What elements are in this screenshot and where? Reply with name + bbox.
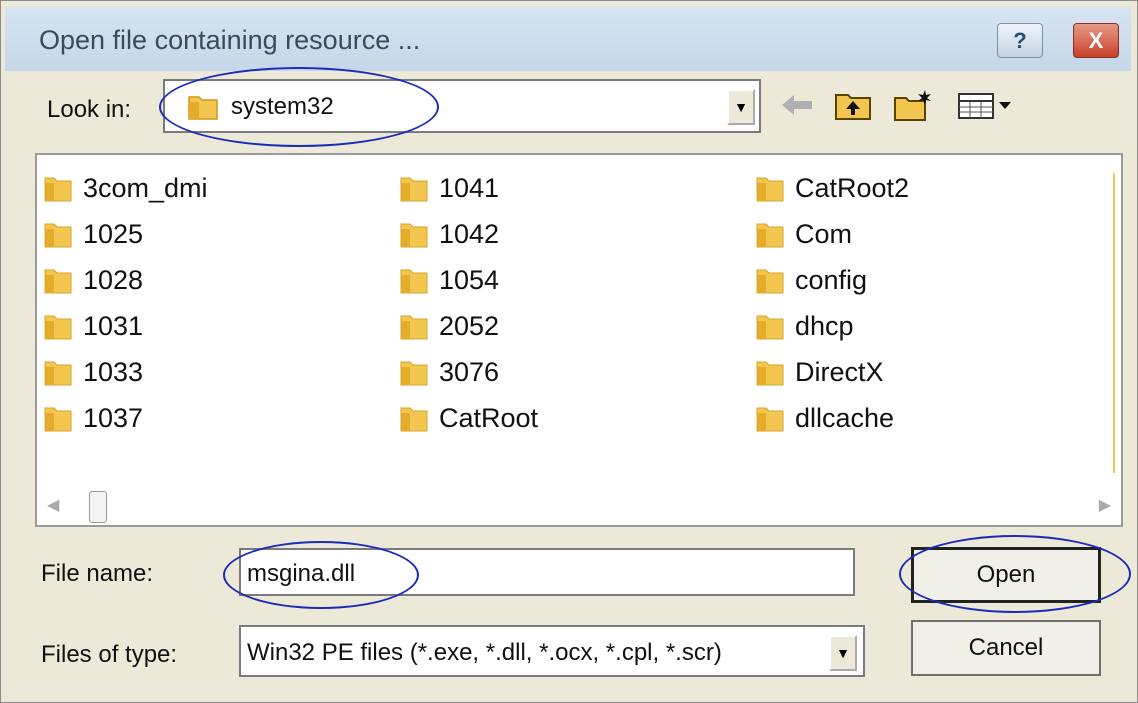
- new-folder-button[interactable]: [891, 85, 935, 125]
- scroll-thumb[interactable]: [89, 491, 107, 523]
- close-button[interactable]: X: [1073, 23, 1119, 58]
- scroll-right-icon[interactable]: ▶: [1099, 495, 1111, 515]
- file-list-item-label: dhcp: [795, 310, 854, 341]
- files-of-type-label: Files of type:: [41, 641, 178, 668]
- chevron-down-icon: ▼: [836, 645, 850, 661]
- file-list-item-label: 2052: [439, 310, 500, 341]
- file-list-item-label: 1042: [439, 218, 500, 249]
- view-menu-icon: [958, 93, 1011, 119]
- folder-icon: [400, 315, 428, 340]
- look-in-label: Look in:: [47, 96, 132, 123]
- folder-icon: [400, 269, 428, 294]
- clipped-column-edge: [1113, 173, 1115, 473]
- look-in-value: system32: [231, 93, 334, 120]
- view-menu-button[interactable]: [953, 85, 1017, 125]
- file-name-label: File name:: [41, 560, 154, 587]
- file-name-value: msgina.dll: [247, 560, 356, 587]
- up-one-level-button[interactable]: [831, 85, 875, 125]
- file-list-item-label: CatRoot: [439, 402, 539, 433]
- file-list-item-label: 1041: [439, 172, 500, 203]
- folder-icon: [756, 269, 784, 294]
- folder-icon: [756, 177, 784, 202]
- help-button[interactable]: ?: [997, 23, 1043, 58]
- file-list[interactable]: 3com_dmi 1025 1028 1031 1033 1037 1041 1042 1054…: [35, 153, 1123, 527]
- file-list-item-label: 1037: [83, 402, 144, 433]
- file-list-item[interactable]: 3com_dmi: [43, 169, 208, 207]
- file-list-item[interactable]: dhcp: [755, 307, 854, 345]
- file-list-item[interactable]: dllcache: [755, 399, 894, 437]
- file-list-item[interactable]: Com: [755, 215, 852, 253]
- file-list-item[interactable]: 1041: [399, 169, 499, 207]
- folder-icon: [400, 407, 428, 432]
- file-list-item-label: CatRoot2: [795, 172, 910, 203]
- file-list-item[interactable]: 3076: [399, 353, 499, 391]
- file-list-item[interactable]: config: [755, 261, 867, 299]
- folder-icon: [44, 361, 72, 386]
- help-icon: ?: [1013, 27, 1027, 53]
- file-list-item-label: 1054: [439, 264, 500, 295]
- chevron-down-icon: ▼: [734, 99, 748, 115]
- up-one-level-icon: [835, 94, 871, 120]
- file-list-item[interactable]: 1031: [43, 307, 143, 345]
- file-list-item[interactable]: 1025: [43, 215, 143, 253]
- file-list-item[interactable]: CatRoot2: [755, 169, 909, 207]
- files-of-type-dropdown-arrow[interactable]: ▼: [829, 635, 857, 671]
- folder-icon: [756, 407, 784, 432]
- title-bar[interactable]: Open file containing resource ... ? X: [5, 7, 1131, 71]
- folder-icon: [400, 177, 428, 202]
- scroll-left-icon[interactable]: ◀: [47, 495, 59, 515]
- folder-icon: [400, 361, 428, 386]
- folder-icon: [44, 407, 72, 432]
- folder-icon: [400, 223, 428, 248]
- file-list-item[interactable]: 2052: [399, 307, 499, 345]
- file-list-item-label: dllcache: [795, 402, 895, 433]
- folder-icon: [188, 96, 218, 120]
- file-list-item[interactable]: 1033: [43, 353, 143, 391]
- file-list-item-label: 1033: [83, 356, 144, 387]
- file-list-item-label: Com: [795, 218, 853, 249]
- file-list-item[interactable]: 1028: [43, 261, 143, 299]
- folder-icon: [44, 269, 72, 294]
- back-arrow-icon: [782, 95, 812, 115]
- folder-icon: [756, 223, 784, 248]
- file-list-item-label: 1031: [83, 310, 144, 341]
- cancel-button-label: Cancel: [968, 634, 1044, 661]
- back-button[interactable]: [777, 85, 817, 125]
- file-list-item[interactable]: CatRoot: [399, 399, 538, 437]
- file-list-item-label: config: [795, 264, 868, 295]
- open-button[interactable]: Open: [911, 547, 1101, 603]
- window-title: Open file containing resource ...: [39, 25, 421, 55]
- file-list-item[interactable]: DirectX: [755, 353, 884, 391]
- file-list-item[interactable]: 1054: [399, 261, 499, 299]
- open-button-label: Open: [976, 561, 1036, 588]
- folder-icon: [756, 315, 784, 340]
- file-list-item[interactable]: 1037: [43, 399, 143, 437]
- new-folder-icon: [894, 90, 931, 121]
- cancel-button[interactable]: Cancel: [911, 620, 1101, 676]
- file-list-item-label: 3com_dmi: [83, 172, 208, 203]
- files-of-type-value: Win32 PE files (*.exe, *.dll, *.ocx, *.c…: [247, 639, 722, 666]
- open-file-dialog: Open file containing resource ... ? X Lo…: [0, 0, 1138, 703]
- folder-icon: [44, 177, 72, 202]
- file-list-item-label: 1028: [83, 264, 144, 295]
- look-in-dropdown-arrow[interactable]: ▼: [727, 89, 755, 125]
- close-icon: X: [1088, 27, 1104, 53]
- file-list-item-label: 3076: [439, 356, 500, 387]
- file-list-item[interactable]: 1042: [399, 215, 499, 253]
- files-of-type-dropdown[interactable]: Win32 PE files (*.exe, *.dll, *.ocx, *.c…: [239, 625, 865, 677]
- horizontal-scrollbar[interactable]: ◀ ▶: [37, 487, 1121, 525]
- look-in-dropdown[interactable]: system32 ▼: [163, 79, 761, 133]
- file-list-item-label: DirectX: [795, 356, 884, 387]
- file-list-item-label: 1025: [83, 218, 144, 249]
- folder-icon: [44, 315, 72, 340]
- folder-icon: [44, 223, 72, 248]
- folder-icon: [756, 361, 784, 386]
- file-name-input[interactable]: msgina.dll: [239, 548, 855, 596]
